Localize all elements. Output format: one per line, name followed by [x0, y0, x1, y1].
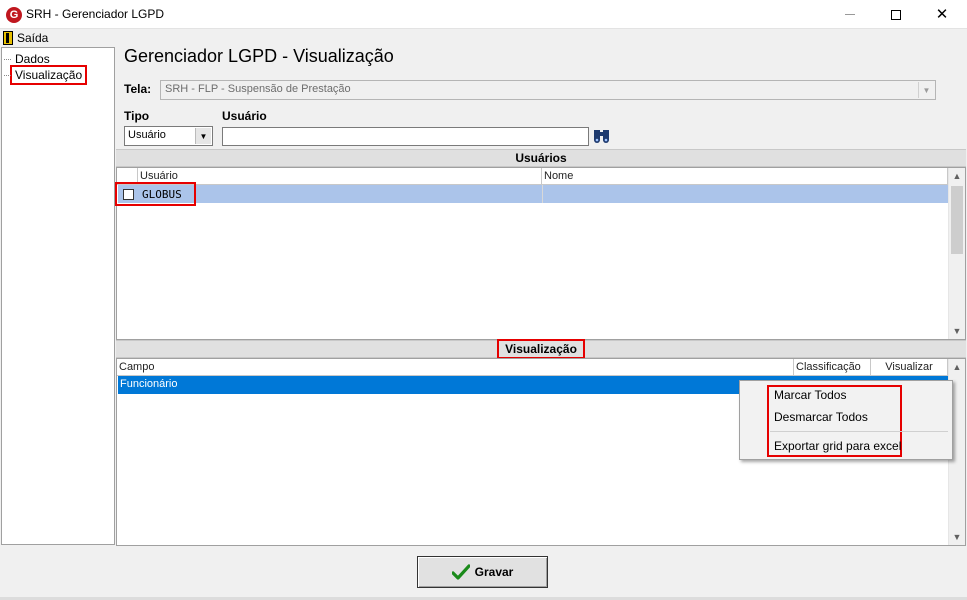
grid-header-visualizar[interactable]: Visualizar	[871, 359, 948, 376]
tree-item-visualizacao[interactable]: Visualização	[3, 65, 88, 85]
minimize-icon	[845, 14, 855, 15]
user-select-checkbox[interactable]	[123, 188, 134, 200]
menu-saida[interactable]: Saída	[3, 30, 48, 46]
binoculars-search-icon[interactable]	[593, 128, 610, 144]
tela-select[interactable]: SRH - FLP - Suspensão de Prestação ▼	[160, 80, 936, 100]
navigation-tree: Dados Visualização	[1, 47, 115, 545]
tipo-label: Tipo	[124, 109, 150, 123]
window-title: SRH - Gerenciador LGPD	[26, 7, 165, 21]
chevron-down-icon: ▼	[195, 128, 211, 144]
menu-separator	[770, 431, 948, 432]
scroll-down-icon[interactable]: ▼	[949, 323, 965, 339]
usuarios-scrollbar[interactable]: ▲ ▼	[948, 168, 965, 339]
column-divider	[542, 185, 543, 203]
exit-door-icon	[3, 31, 13, 45]
page-title: Gerenciador LGPD - Visualização	[124, 46, 394, 66]
gravar-label: Gravar	[474, 565, 514, 579]
usuario-input[interactable]	[222, 127, 589, 146]
usuarios-grid: Usuário Nome GLOBUS ▲ ▼	[115, 167, 966, 340]
grid-header-campo[interactable]: Campo	[117, 359, 794, 376]
title-bar: G SRH - Gerenciador LGPD ✕	[0, 0, 967, 29]
scroll-up-icon[interactable]: ▲	[949, 168, 965, 184]
menu-saida-label: Saída	[17, 31, 49, 45]
maximize-icon	[891, 9, 901, 20]
menu-item-desmarcar-todos[interactable]: Desmarcar Todos	[774, 410, 868, 424]
grid-header-classificacao[interactable]: Classificação	[794, 359, 871, 376]
chevron-down-icon: ▼	[918, 82, 934, 98]
menu-bar: Saída	[0, 29, 967, 47]
menu-item-exportar-excel[interactable]: Exportar grid para excel	[774, 439, 901, 453]
tipo-select-value: Usuário	[128, 129, 166, 141]
grid-header-usuario[interactable]: Usuário	[138, 168, 542, 185]
gravar-button[interactable]: Gravar	[417, 556, 548, 588]
app-logo-icon: G	[6, 7, 22, 23]
grid-header-select	[117, 168, 138, 185]
visualizacao-section-header: Visualização	[116, 339, 966, 359]
close-icon: ✕	[935, 6, 949, 23]
grid-header-nome[interactable]: Nome	[542, 168, 948, 185]
usuarios-section-header: Usuários	[116, 149, 966, 167]
maximize-button[interactable]	[873, 0, 919, 29]
usuario-label: Usuário	[222, 109, 267, 123]
scroll-thumb[interactable]	[951, 186, 963, 254]
campo-cell: Funcionário	[120, 378, 178, 390]
scroll-down-icon[interactable]: ▼	[949, 529, 965, 545]
close-button[interactable]: ✕	[919, 0, 965, 29]
usuarios-section-title: Usuários	[515, 151, 567, 165]
table-row[interactable]: GLOBUS	[115, 182, 948, 206]
tree-item-dados[interactable]: Dados	[4, 52, 52, 66]
checkmark-icon	[451, 564, 470, 580]
scroll-up-icon[interactable]: ▲	[949, 359, 965, 375]
usuario-cell-text: GLOBUS	[142, 187, 182, 201]
context-menu: Marcar Todos Desmarcar Todos Exportar gr…	[739, 380, 953, 460]
tela-select-value: SRH - FLP - Suspensão de Prestação	[165, 83, 351, 95]
minimize-button[interactable]	[827, 0, 873, 29]
menu-item-marcar-todos[interactable]: Marcar Todos	[774, 388, 846, 402]
tipo-select[interactable]: Usuário ▼	[124, 126, 213, 146]
visualizacao-section-title: Visualização	[497, 339, 585, 359]
usuario-cell: GLOBUS	[115, 182, 196, 206]
tela-label: Tela:	[124, 82, 152, 96]
